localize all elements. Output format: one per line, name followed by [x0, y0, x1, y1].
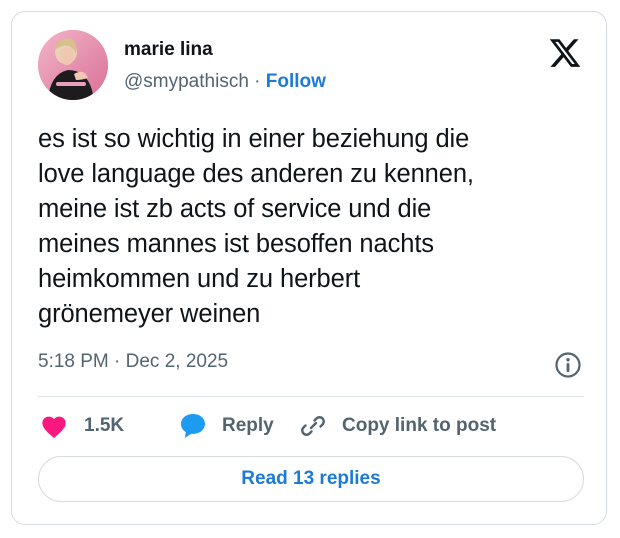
author-handle[interactable]: @smypathisch: [124, 71, 249, 92]
info-icon[interactable]: [554, 351, 582, 379]
read-replies-button[interactable]: Read 13 replies: [38, 456, 584, 502]
tweet-text-line: love language des anderen zu kennen,: [38, 160, 474, 188]
like-button[interactable]: 1.5K: [40, 410, 124, 442]
speech-bubble-icon: [178, 411, 208, 441]
divider: [38, 396, 584, 397]
read-replies-label: Read 13 replies: [241, 468, 381, 489]
avatar[interactable]: [38, 30, 108, 100]
copy-link-label: Copy link to post: [342, 415, 497, 436]
follow-button[interactable]: Follow: [266, 71, 326, 92]
reply-label: Reply: [222, 415, 274, 436]
avatar-image: [38, 30, 108, 100]
tweet-text-line: es ist so wichtig in einer beziehung die: [38, 125, 470, 153]
tweet-text-line: heimkommen und zu herbert: [38, 265, 361, 293]
link-icon: [298, 411, 328, 441]
tweet-text-line: meine ist zb acts of service und die: [38, 195, 432, 223]
x-logo-icon[interactable]: [548, 36, 582, 70]
author-name[interactable]: marie lina: [124, 39, 213, 61]
heart-icon: [40, 413, 68, 439]
copy-link-button[interactable]: Copy link to post: [298, 410, 496, 442]
meta-separator: ·: [254, 71, 261, 92]
tweet-timestamp[interactable]: 5:18 PM · Dec 2, 2025: [38, 351, 228, 373]
tweet-text-line: meines mannes ist besoffen nachts: [38, 230, 434, 258]
tweet-text-line: grönemeyer weinen: [38, 300, 261, 328]
like-count: 1.5K: [84, 415, 125, 436]
tweet-text: es ist so wichtig in einer beziehung die…: [38, 122, 583, 332]
reply-button[interactable]: Reply: [178, 410, 274, 442]
author-meta: @smypathisch · Follow: [124, 71, 326, 93]
tweet-card: marie lina @smypathisch · Follow es ist …: [11, 11, 607, 525]
